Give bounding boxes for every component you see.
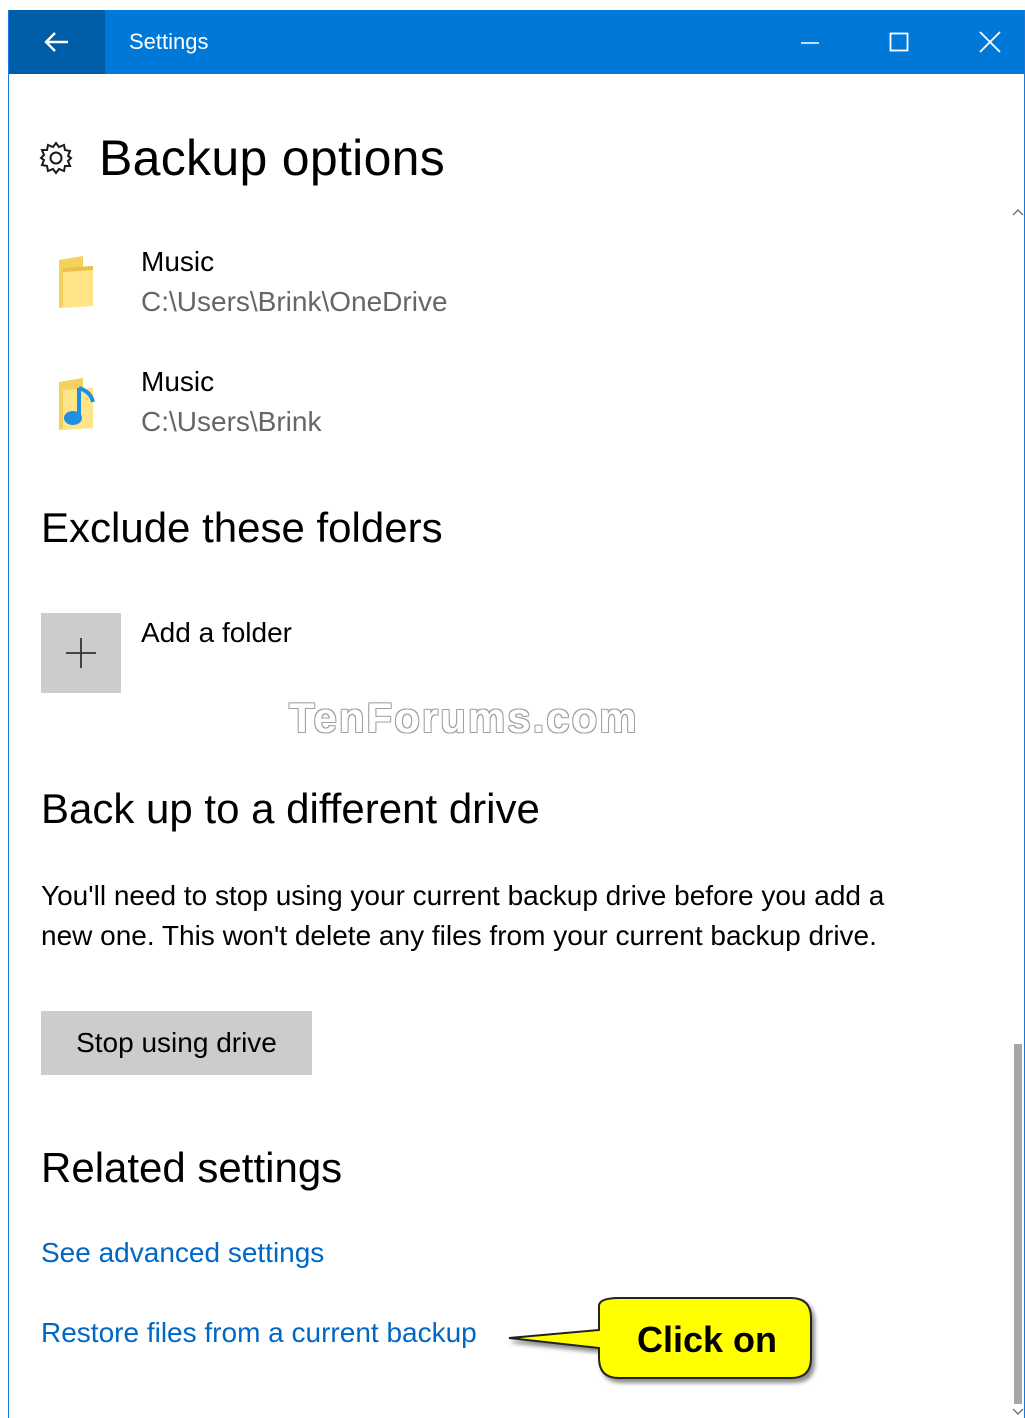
watermark: TenForums.com [289, 694, 639, 741]
exclude-folders-heading: Exclude these folders [41, 504, 443, 551]
arrow-left-icon [44, 32, 68, 52]
window-title: Settings [129, 29, 209, 54]
folder-name: Music [141, 366, 215, 397]
title-bar: Settings [9, 10, 1024, 74]
included-folder-item[interactable]: Music C:\Users\Brink\OneDrive [53, 246, 753, 338]
add-folder-label[interactable]: Add a folder [141, 617, 292, 649]
folder-path: C:\Users\Brink [141, 406, 322, 437]
related-settings-heading: Related settings [41, 1144, 343, 1191]
scroll-down-icon[interactable] [1011, 1406, 1025, 1418]
maximize-button[interactable] [864, 10, 934, 74]
see-advanced-settings-link[interactable]: See advanced settings [41, 1237, 324, 1269]
back-button[interactable] [9, 10, 105, 74]
different-drive-description: You'll need to stop using your current b… [41, 880, 885, 951]
add-folder-button[interactable] [41, 613, 121, 693]
folder-path: C:\Users\Brink\OneDrive [141, 286, 448, 317]
minimize-icon [801, 42, 819, 44]
scrollbar-thumb[interactable] [1014, 1044, 1022, 1404]
minimize-button[interactable] [775, 10, 845, 74]
callout-text: Click on [636, 1319, 778, 1360]
folder-name: Music [141, 246, 215, 277]
stop-using-drive-button[interactable]: Stop using drive [41, 1011, 312, 1075]
plus-icon [66, 638, 96, 668]
scroll-up-icon[interactable] [1011, 206, 1025, 218]
restore-files-link[interactable]: Restore files from a current backup [41, 1317, 477, 1349]
page-title: Backup options [99, 130, 446, 186]
maximize-icon [889, 32, 909, 52]
included-folder-item[interactable]: Music C:\Users\Brink [53, 366, 753, 458]
settings-window: Settings Backup options Music C:\Users\B… [8, 10, 1025, 1418]
close-icon [979, 31, 1001, 53]
gear-icon [39, 141, 73, 175]
different-drive-heading: Back up to a different drive [41, 785, 540, 832]
music-folder-icon [59, 378, 95, 430]
page-header: Backup options [39, 128, 445, 188]
close-button[interactable] [955, 10, 1024, 74]
folder-icon [59, 256, 93, 308]
